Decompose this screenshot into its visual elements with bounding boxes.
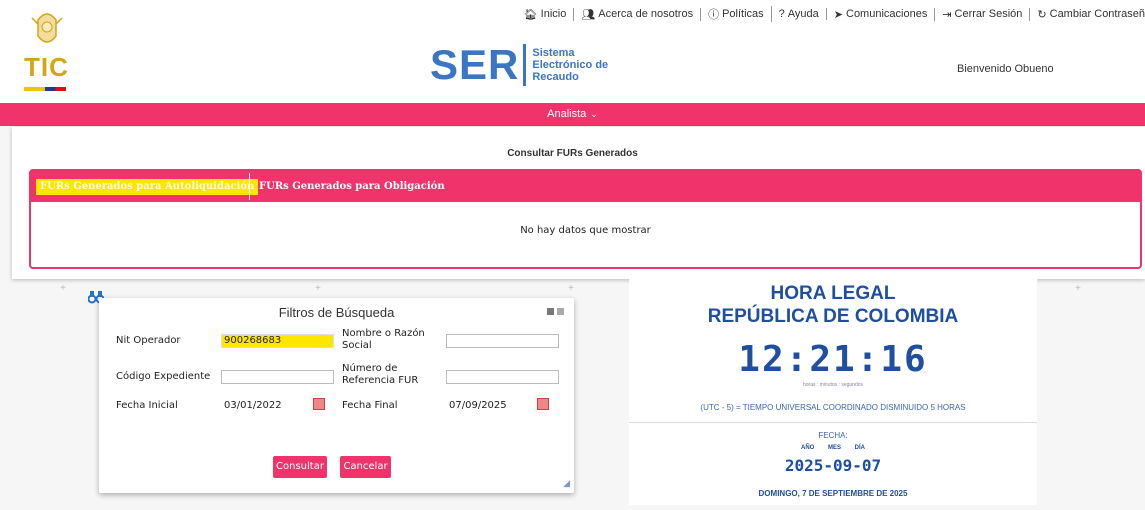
tabs-container: FURs Generados para Autoliquidación FURs… xyxy=(29,169,1142,269)
nav-acerca[interactable]: 👥︎ Acerca de nosotros xyxy=(574,7,702,21)
nav-cambiar-contrasena[interactable]: ↻ Cambiar Contraseñ xyxy=(1030,8,1145,21)
ser-logo-text: SER xyxy=(430,41,520,88)
nav-politicas-label: Políticas xyxy=(722,8,764,20)
minimize-icon[interactable] xyxy=(547,308,554,315)
fecha-inicial-input[interactable]: 03/01/2022 xyxy=(221,399,311,413)
search-filters-dialog: Filtros de Búsqueda Nit Operador 9002686… xyxy=(99,298,574,493)
resize-handle-icon[interactable]: ◢ xyxy=(563,478,570,489)
legal-time-widget: HORA LEGAL REPÚBLICA DE COLOMBIA 12:21:1… xyxy=(629,279,1037,505)
ref-label-line1: Número de xyxy=(342,363,398,374)
tab-autoliquidacion-label: FURs Generados para Autoliquidación xyxy=(40,181,255,192)
background-ornament: + xyxy=(60,283,66,294)
role-menu-label: Analista xyxy=(547,108,587,120)
group-icon: 👥︎ xyxy=(581,8,596,21)
coat-of-arms-icon xyxy=(31,13,63,43)
nav-cerrar-sesion[interactable]: ⇥ Cerrar Sesión xyxy=(935,7,1031,21)
question-icon: ? xyxy=(778,8,785,20)
legal-time-subtitle: REPÚBLICA DE COLOMBIA xyxy=(707,306,959,327)
codigo-expediente-label: Código Expediente xyxy=(116,371,211,382)
logout-icon: ⇥ xyxy=(942,8,952,21)
nav-comunicaciones-label: Comunicaciones xyxy=(846,8,928,20)
tic-logo[interactable]: TIC xyxy=(18,8,76,98)
filters-title: Filtros de Búsqueda xyxy=(278,305,395,320)
maximize-icon[interactable] xyxy=(557,308,564,315)
background-ornament: + xyxy=(1075,283,1081,294)
header: TIC 🏠︎ Inicio 👥︎ Acerca de nosotros ⓘ Polít… xyxy=(0,0,1145,103)
date-label: FECHA: xyxy=(818,431,848,440)
background-ornament: + xyxy=(568,283,574,294)
flag-bar xyxy=(24,87,66,91)
top-navigation: 🏠︎ Inicio 👥︎ Acerca de nosotros ⓘ Políticas… xyxy=(517,6,1145,22)
fecha-final-label: Fecha Final xyxy=(342,400,398,411)
consult-title: Consultar FURs Generados xyxy=(507,148,638,159)
page: TIC 🏠︎ Inicio 👥︎ Acerca de nosotros ⓘ Polít… xyxy=(0,0,1145,510)
welcome-message: Bienvenido Obueno xyxy=(957,63,1054,75)
nav-cambiar-label: Cambiar Contraseñ xyxy=(1049,8,1145,20)
nav-inicio[interactable]: 🏠︎ Inicio xyxy=(517,7,575,21)
clock-units: horas : minutos : segundos xyxy=(802,382,864,388)
tabs-bar: FURs Generados para Autoliquidación FURs… xyxy=(31,171,1140,202)
ser-logo-divider xyxy=(523,44,527,86)
razon-social-input[interactable] xyxy=(446,334,559,348)
role-menu-bar: Analista ⌄ xyxy=(0,103,1145,126)
date-format-labels: AÑO MES DÍA xyxy=(800,445,865,451)
ser-sub-line3: Recaudo xyxy=(532,71,579,83)
cancelar-button[interactable]: Cancelar xyxy=(340,456,391,478)
ser-sub-line1: Sistema xyxy=(532,47,575,59)
role-menu[interactable]: Analista ⌄ xyxy=(547,108,598,120)
nav-inicio-label: Inicio xyxy=(540,8,567,20)
calendar-icon[interactable] xyxy=(313,398,325,410)
chevron-down-icon: ⌄ xyxy=(590,109,598,119)
fecha-inicial-label: Fecha Inicial xyxy=(116,400,178,411)
tab-autoliquidacion[interactable]: FURs Generados para Autoliquidación xyxy=(36,179,259,195)
home-icon: 🏠︎ xyxy=(523,8,538,21)
nav-ayuda[interactable]: ? Ayuda xyxy=(772,8,827,20)
nav-ayuda-label: Ayuda xyxy=(787,8,819,20)
fecha-final-input[interactable]: 07/09/2025 xyxy=(446,399,536,413)
codigo-expediente-input[interactable] xyxy=(221,370,334,384)
nit-input[interactable]: 900268683 xyxy=(221,334,334,348)
nav-cerrar-label: Cerrar Sesión xyxy=(954,8,1023,20)
utc-note: (UTC - 5) = TIEMPO UNIVERSAL COORDINADO … xyxy=(700,403,966,412)
info-icon: ⓘ xyxy=(708,9,720,21)
current-date: 2025-09-07 xyxy=(784,456,882,475)
ser-logo[interactable]: SER Sistema Electrónico de Recaudo xyxy=(430,44,608,86)
nav-politicas[interactable]: ⓘ Políticas xyxy=(701,6,772,22)
ser-logo-subtitle: Sistema Electrónico de Recaudo xyxy=(532,47,608,83)
window-buttons xyxy=(547,308,564,315)
send-icon: ➤ xyxy=(833,8,843,21)
legal-time-title: HORA LEGAL xyxy=(770,283,896,304)
ref-label-line2: Referencia FUR xyxy=(342,375,419,386)
background-ornament: + xyxy=(315,283,321,294)
current-date-long: DOMINGO, 7 DE SEPTIEMBRE DE 2025 xyxy=(758,489,908,498)
tic-text: TIC xyxy=(24,52,69,82)
razon-label-line1: Nombre o Razón xyxy=(342,328,425,339)
razon-label-line2: Social xyxy=(342,340,372,351)
calendar-icon[interactable] xyxy=(537,398,549,410)
empty-state-message: No hay datos que mostrar xyxy=(520,225,651,236)
nit-label: Nit Operador xyxy=(116,335,181,346)
razon-social-label: Nombre o Razón Social xyxy=(342,328,425,352)
nav-acerca-label: Acerca de nosotros xyxy=(598,8,694,20)
refresh-icon: ↻ xyxy=(1037,8,1047,21)
consult-panel: Consultar FURs Generados FURs Generados … xyxy=(12,127,1145,279)
consultar-button[interactable]: Consultar xyxy=(273,456,327,478)
clock-time: 12:21:16 xyxy=(738,339,928,380)
divider xyxy=(629,422,1037,423)
tab-divider xyxy=(249,173,250,200)
ser-sub-line2: Electrónico de xyxy=(532,59,609,71)
referencia-fur-label: Número de Referencia FUR xyxy=(342,363,418,387)
tab-obligacion[interactable]: FURs Generados para Obligación xyxy=(255,179,449,195)
referencia-fur-input[interactable] xyxy=(446,370,559,384)
nav-comunicaciones[interactable]: ➤ Comunicaciones xyxy=(827,7,936,21)
